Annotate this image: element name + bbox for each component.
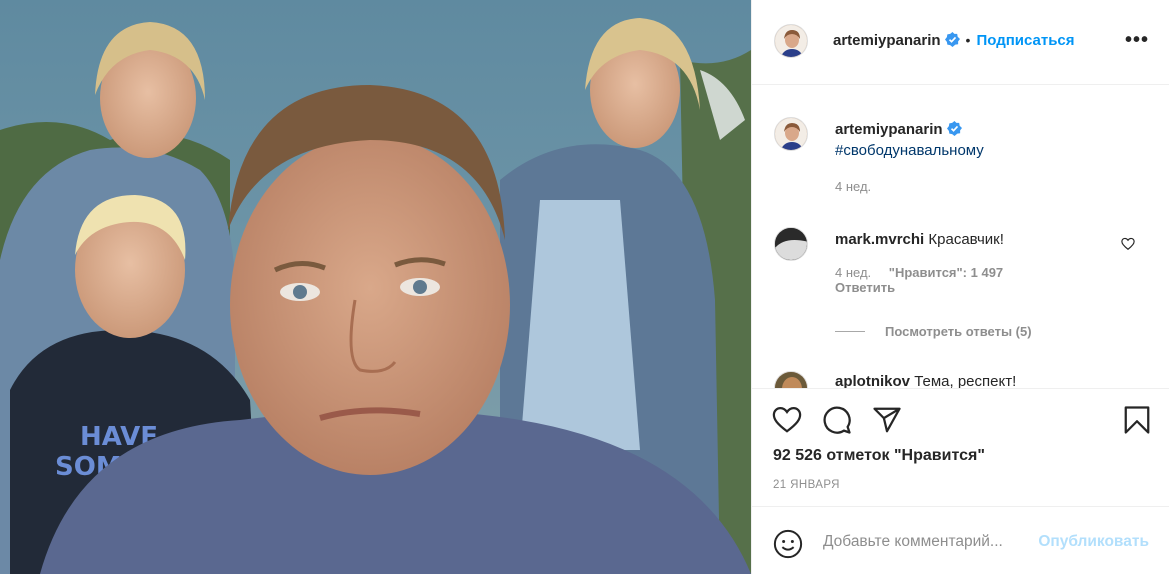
caption-item: artemiypanarin #свободунавальному 4 нед. <box>752 85 1169 205</box>
comments-list[interactable]: artemiypanarin #свободунавальному 4 нед.… <box>752 85 1169 388</box>
follow-button[interactable]: Подписаться <box>976 32 1074 49</box>
likes-count[interactable]: 92 526 отметок "Нравится" <box>773 447 985 465</box>
comment-username[interactable]: aplotnikov <box>835 373 910 388</box>
comment-composer: Добавьте комментарий... Опубликовать <box>752 506 1169 575</box>
share-send-icon[interactable] <box>872 405 902 435</box>
caption-avatar[interactable] <box>774 117 808 151</box>
post-actions: 92 526 отметок "Нравится" 21 ЯНВАРЯ <box>752 388 1169 507</box>
caption-hashtag[interactable]: #свободунавальному <box>835 142 984 159</box>
verified-badge-icon <box>946 121 962 136</box>
save-bookmark-icon[interactable] <box>1122 405 1152 435</box>
comment-username[interactable]: mark.mvrchi <box>835 231 924 248</box>
post-header: artemiypanarin • Подписаться ••• <box>752 0 1169 85</box>
post-sidebar: artemiypanarin • Подписаться ••• artemiypa… <box>751 0 1169 574</box>
publish-button[interactable]: Опубликовать <box>1038 533 1149 551</box>
comment-text: Красавчик! <box>928 231 1004 248</box>
avatar-photo-icon <box>775 228 807 260</box>
comment-time[interactable]: 4 нед. <box>835 265 871 280</box>
comment-item: aplotnikov Тема, респект! <box>752 369 1169 388</box>
like-comment-icon[interactable] <box>1121 237 1135 251</box>
view-replies-button[interactable]: Посмотреть ответы (5) <box>885 324 1032 339</box>
caption-time[interactable]: 4 нед. <box>835 179 871 194</box>
comment-input[interactable]: Добавьте комментарий... <box>823 533 1003 551</box>
family-selfie-image: HAVE SOME FUN <box>0 0 751 574</box>
like-heart-icon[interactable] <box>772 405 802 435</box>
replies-divider <box>835 331 865 332</box>
author-avatar[interactable] <box>774 24 808 58</box>
avatar-photo-icon <box>775 372 807 388</box>
post-photo[interactable]: HAVE SOME FUN <box>0 0 751 574</box>
comment-avatar[interactable] <box>774 227 808 261</box>
more-options-button[interactable]: ••• <box>1125 30 1149 50</box>
comment-item: mark.mvrchi Красавчик! 4 нед. "Нравится"… <box>752 223 1169 353</box>
avatar-portrait-icon <box>775 25 807 57</box>
post-date[interactable]: 21 ЯНВАРЯ <box>773 479 840 491</box>
comment-likes[interactable]: "Нравится": 1 497 <box>889 265 1003 280</box>
comment-avatar[interactable] <box>774 371 808 388</box>
avatar-portrait-icon <box>775 118 807 150</box>
comment-text: Тема, респект! <box>914 373 1017 388</box>
caption-username[interactable]: artemiypanarin <box>835 121 943 138</box>
separator-dot: • <box>965 32 971 48</box>
author-username[interactable]: artemiypanarin <box>833 32 941 49</box>
verified-badge-icon <box>944 32 960 47</box>
emoji-smile-icon[interactable] <box>773 529 803 559</box>
reply-button[interactable]: Ответить <box>835 280 895 295</box>
comment-bubble-icon[interactable] <box>822 405 852 435</box>
